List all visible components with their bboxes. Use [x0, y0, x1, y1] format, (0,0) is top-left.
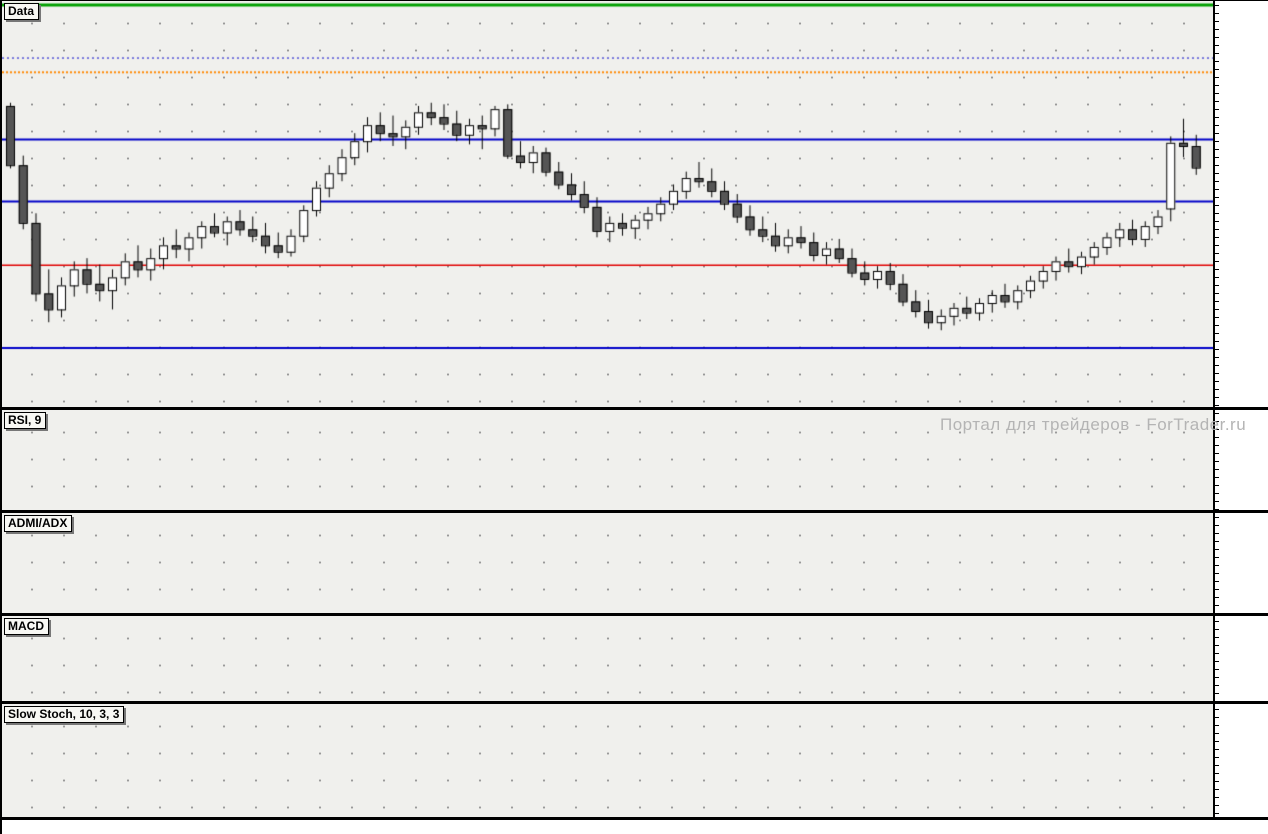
rsi-chart-canvas[interactable] — [2, 410, 1213, 510]
adx-badge: ADMI/ADX — [4, 515, 73, 532]
time-axis[interactable] — [2, 820, 1268, 834]
stochastic-chart-canvas[interactable] — [2, 704, 1213, 817]
rsi-badge: RSI, 9 — [4, 412, 47, 429]
macd-chart-canvas[interactable] — [2, 616, 1213, 701]
axis-divider — [1213, 1, 1215, 820]
price-axis — [1215, 1, 1268, 820]
panel-divider — [2, 701, 1268, 704]
macd-panel[interactable]: MACD — [2, 616, 1213, 701]
price-chart-canvas[interactable] — [2, 1, 1213, 407]
symbol-badge: Data — [4, 3, 40, 20]
trading-chart-window: Data RSI, 9 ADMI/ADX MACD Slow Stoch, 10… — [0, 0, 1268, 834]
price-panel[interactable]: Data — [2, 1, 1213, 407]
stochastic-panel[interactable]: Slow Stoch, 10, 3, 3 — [2, 704, 1213, 817]
rsi-panel[interactable]: RSI, 9 — [2, 410, 1213, 510]
macd-badge: MACD — [4, 618, 49, 635]
panel-divider — [2, 407, 1268, 410]
stochastic-badge: Slow Stoch, 10, 3, 3 — [4, 706, 125, 723]
panel-divider — [2, 613, 1268, 616]
panel-divider — [2, 510, 1268, 513]
adx-chart-canvas[interactable] — [2, 513, 1213, 613]
adx-panel[interactable]: ADMI/ADX — [2, 513, 1213, 613]
